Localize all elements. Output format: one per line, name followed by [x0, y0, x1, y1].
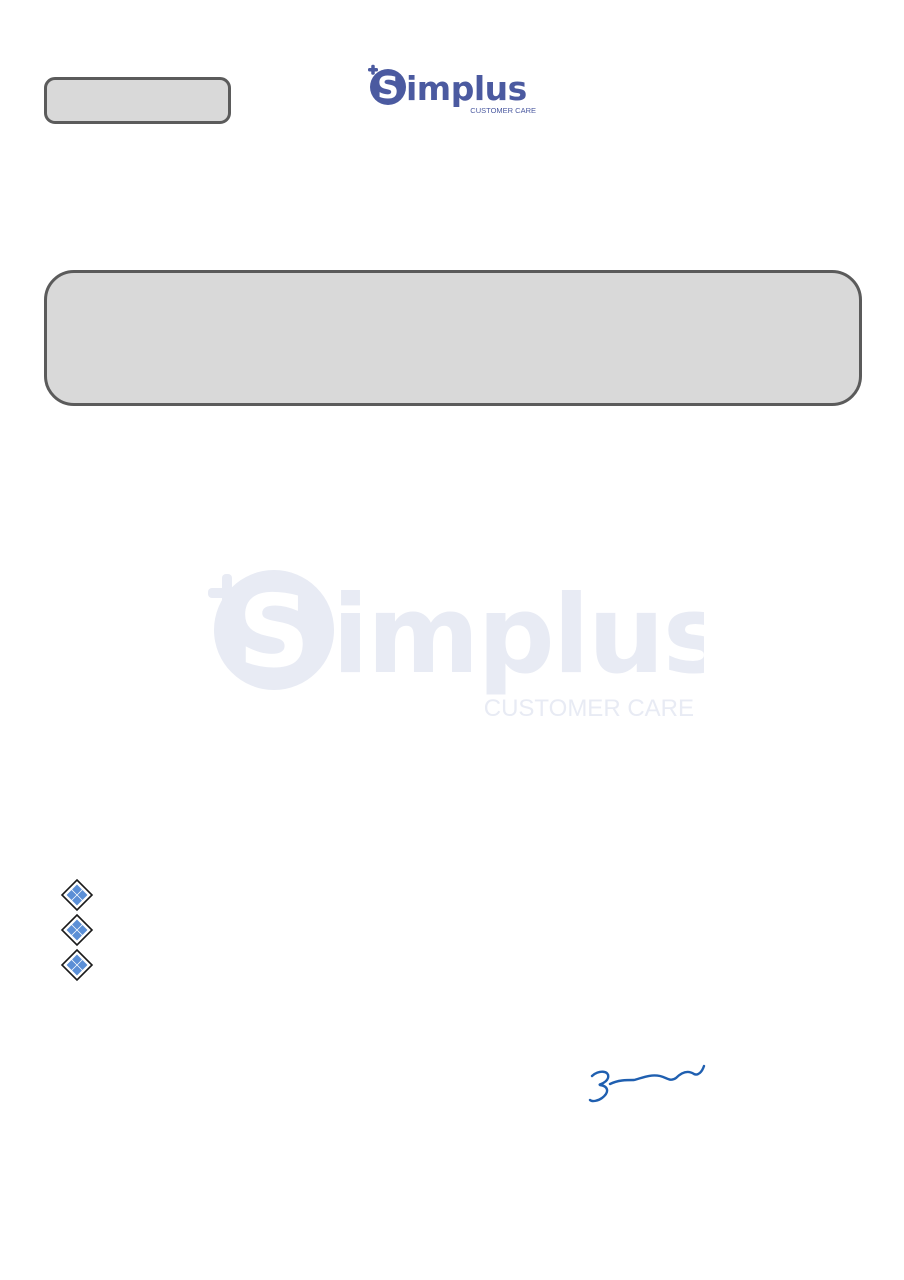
logo-wordmark: implus [406, 69, 527, 108]
signature-image [588, 1064, 706, 1103]
logo-plus-v [371, 64, 375, 75]
watermark-tagline: CUSTOMER CARE [484, 695, 694, 722]
bullet-list [60, 878, 100, 983]
main-placeholder-box [44, 270, 862, 406]
simplus-watermark-logo: S implus CUSTOMER CARE [208, 570, 704, 722]
diamond-bullet-icon [60, 878, 94, 912]
simplus-header-logo: S implus CUSTOMER CARE [368, 64, 536, 115]
top-placeholder-box [44, 77, 231, 124]
watermark-wordmark: implus [332, 573, 704, 698]
diamond-bullet-icon [60, 948, 94, 982]
diamond-bullet-icon [60, 913, 94, 947]
logo-tagline: CUSTOMER CARE [470, 106, 536, 115]
watermark-s-letter: S [238, 573, 310, 690]
logo-s-letter: S [377, 71, 399, 106]
